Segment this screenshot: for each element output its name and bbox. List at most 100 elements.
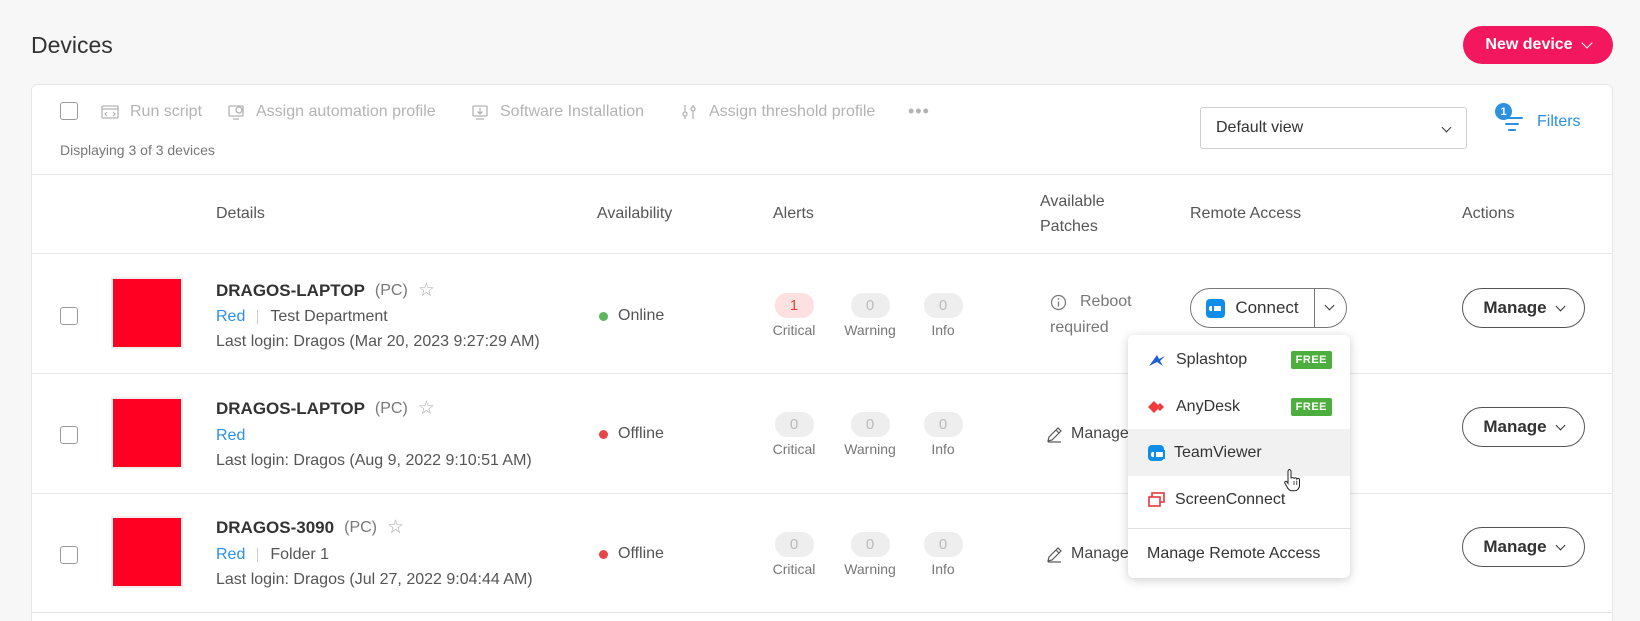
offline-dot-icon (599, 429, 608, 439)
manage-button[interactable]: Manage (1462, 288, 1585, 328)
new-device-button[interactable]: New device (1463, 26, 1613, 64)
manage-label: Manage (1483, 298, 1547, 317)
column-patches-line1[interactable]: Available (1040, 193, 1105, 211)
connect-dropdown-toggle[interactable] (1315, 288, 1347, 328)
column-availability[interactable]: Availability (597, 205, 672, 223)
manage-patches-label: Manage (1071, 545, 1129, 562)
view-select-value: Default view (1216, 119, 1304, 136)
filters-button[interactable]: 1 Filters (1495, 103, 1581, 135)
chevron-down-icon (1555, 540, 1566, 550)
alert-warning[interactable]: 0 Warning (830, 532, 910, 577)
column-patches-line2: Patches (1040, 218, 1098, 235)
script-icon (101, 105, 119, 119)
warning-label: Warning (844, 561, 896, 577)
availability-status: Online (599, 307, 664, 325)
divider (257, 310, 259, 324)
manage-patches-link[interactable]: Manage (1046, 545, 1129, 563)
chevron-down-icon (1555, 301, 1566, 311)
device-name-text: DRAGOS-3090 (216, 517, 335, 537)
warning-count: 0 (850, 532, 890, 557)
menu-item-splashtop[interactable]: Splashtop FREE (1128, 336, 1350, 383)
star-icon[interactable]: ☆ (418, 279, 435, 302)
run-script-action[interactable]: Run script (100, 102, 202, 122)
device-name[interactable]: DRAGOS-LAPTOP (PC) ☆ (216, 279, 435, 302)
menu-item-teamviewer[interactable]: TeamViewer (1128, 429, 1350, 476)
view-select[interactable]: Default view (1200, 107, 1467, 149)
filter-icon: 1 (1495, 103, 1525, 135)
device-thumbnail (111, 516, 183, 588)
row-checkbox[interactable] (60, 307, 78, 325)
alert-critical[interactable]: 0 Critical (754, 532, 834, 577)
filters-label: Filters (1537, 113, 1581, 130)
alert-warning[interactable]: 0 Warning (830, 293, 910, 338)
info-count: 0 (923, 532, 963, 557)
info-count: 0 (923, 293, 963, 318)
critical-label: Critical (772, 441, 816, 457)
alert-info[interactable]: 0 Info (903, 412, 983, 457)
alert-info[interactable]: 0 Info (903, 293, 983, 338)
device-tags: Red (216, 427, 245, 445)
menu-item-anydesk[interactable]: AnyDesk FREE (1128, 383, 1350, 430)
device-count-text: Displaying 3 of 3 devices (60, 142, 215, 158)
column-details[interactable]: Details (216, 205, 265, 223)
assign-threshold-profile-action[interactable]: Assign threshold profile (679, 102, 875, 122)
last-login: Last login: Dragos (Jul 27, 2022 9:04:44… (216, 571, 533, 588)
critical-count: 0 (774, 412, 814, 437)
alert-critical[interactable]: 0 Critical (754, 412, 834, 457)
device-thumbnail (111, 397, 183, 469)
device-name[interactable]: DRAGOS-LAPTOP (PC) ☆ (216, 397, 435, 420)
connect-button[interactable]: Connect (1190, 288, 1315, 328)
pencil-icon (1047, 426, 1062, 443)
screenconnect-icon (1148, 492, 1165, 507)
more-actions-icon[interactable]: ••• (908, 101, 930, 122)
device-folder: Folder 1 (270, 546, 330, 563)
menu-item-label: ScreenConnect (1175, 490, 1286, 508)
alert-warning[interactable]: 0 Warning (830, 412, 910, 457)
star-icon[interactable]: ☆ (418, 397, 435, 420)
software-installation-action[interactable]: Software Installation (470, 102, 644, 122)
new-device-label: New device (1485, 36, 1573, 53)
device-tags: Red Folder 1 (216, 546, 329, 564)
assign-automation-profile-label: Assign automation profile (256, 103, 436, 120)
chevron-down-icon (1555, 420, 1566, 430)
device-tag[interactable]: Red (216, 308, 245, 326)
device-name-text: DRAGOS-LAPTOP (216, 280, 365, 300)
filter-count-badge: 1 (1495, 103, 1512, 120)
last-login: Last login: Dragos (Aug 9, 2022 9:10:51 … (216, 452, 532, 469)
menu-item-label: AnyDesk (1176, 397, 1241, 415)
divider (1128, 528, 1350, 529)
info-label: Info (931, 322, 955, 338)
status-text: Online (618, 307, 665, 324)
star-icon[interactable]: ☆ (387, 516, 404, 539)
critical-count: 1 (774, 293, 814, 318)
divider (257, 548, 259, 562)
select-all-checkbox[interactable] (60, 102, 78, 120)
device-name[interactable]: DRAGOS-3090 (PC) ☆ (216, 516, 404, 539)
online-dot-icon (599, 311, 608, 321)
device-tags: Red Test Department (216, 308, 388, 326)
device-tag[interactable]: Red (216, 546, 245, 564)
manage-patches-label: Manage (1071, 425, 1129, 442)
column-alerts[interactable]: Alerts (773, 205, 814, 223)
manage-patches-link[interactable]: Manage (1046, 425, 1129, 443)
assign-automation-profile-action[interactable]: Assign automation profile (226, 102, 436, 122)
manage-label: Manage (1483, 537, 1547, 556)
automation-icon (228, 105, 244, 120)
alert-critical[interactable]: 1 Critical (754, 293, 834, 338)
critical-label: Critical (772, 561, 816, 577)
row-checkbox[interactable] (60, 426, 78, 444)
menu-item-screenconnect[interactable]: ScreenConnect (1128, 476, 1350, 523)
offline-dot-icon (599, 549, 608, 559)
alert-info[interactable]: 0 Info (903, 532, 983, 577)
device-tag[interactable]: Red (216, 427, 245, 445)
run-script-label: Run script (130, 103, 203, 120)
table-header: Details Availability Alerts Available Pa… (32, 175, 1612, 254)
manage-remote-access-link[interactable]: Manage Remote Access (1147, 545, 1320, 563)
manage-button[interactable]: Manage (1462, 527, 1585, 567)
row-checkbox[interactable] (60, 546, 78, 564)
teamviewer-icon (1206, 298, 1226, 318)
info-circle-icon (1050, 294, 1067, 311)
anydesk-icon (1148, 400, 1164, 413)
manage-button[interactable]: Manage (1462, 407, 1585, 447)
warning-count: 0 (850, 412, 890, 437)
